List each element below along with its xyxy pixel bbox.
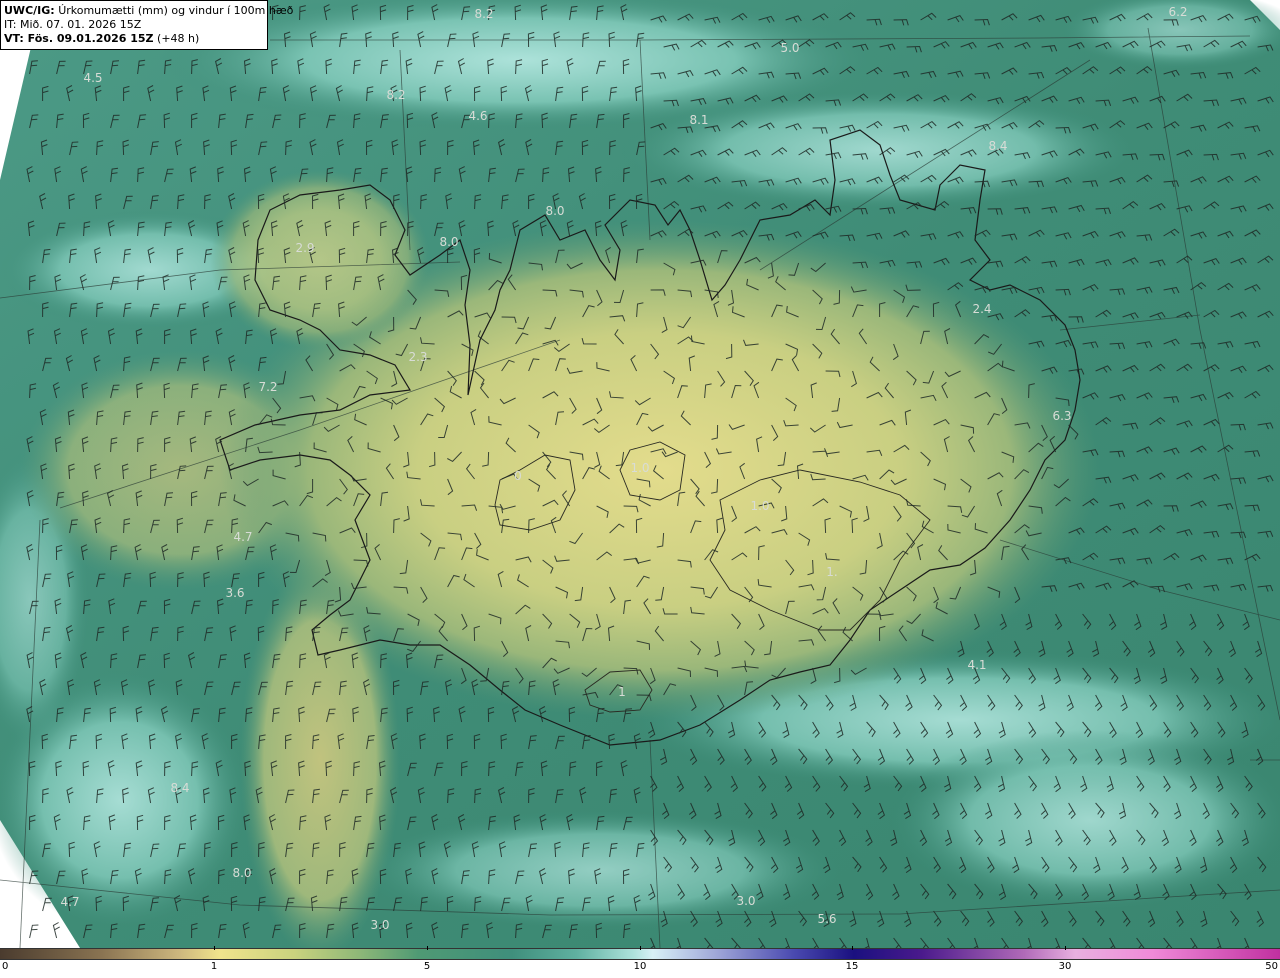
precip-band xyxy=(620,90,1140,210)
precip-band xyxy=(360,810,840,930)
precip-value-label: 4.6 xyxy=(468,109,488,123)
precip-value-label: 8.0 xyxy=(545,204,565,218)
colorbar-tick-mark xyxy=(427,946,428,950)
precip-value-label: 3.0 xyxy=(736,894,756,908)
model-name: UWC/IG: xyxy=(4,4,55,17)
precip-value-label: 8.0 xyxy=(232,866,252,880)
precip-value-label: 3.0 xyxy=(370,918,390,932)
colorbar-tick-mark xyxy=(214,946,215,950)
valid-time-line: VT: Fös. 09.01.2026 15Z (+48 h) xyxy=(4,32,267,46)
title-line: UWC/IG: Úrkomumætti (mm) og vindur í 100… xyxy=(4,4,293,18)
precip-value-label: 6.3 xyxy=(1052,409,1072,423)
precip-band xyxy=(890,730,1280,910)
precip-value-label: 4.7 xyxy=(233,530,253,544)
colorbar-tick-label: 10 xyxy=(633,961,647,972)
colorbar-tick-mark xyxy=(852,946,853,950)
colorbar-tick-label: 0 xyxy=(2,961,9,972)
precip-value-label: 8.2 xyxy=(474,7,494,21)
precip-value-label: 4.7 xyxy=(60,895,80,909)
precip-value-label: 1 xyxy=(618,685,626,699)
colorbar-tick-label: 1 xyxy=(210,961,218,972)
precip-value-label: 4.1 xyxy=(967,658,987,672)
forecast-offset: (+48 h) xyxy=(157,32,200,45)
precip-value-label: 8.1 xyxy=(689,113,709,127)
precip-value-label: 0 xyxy=(514,469,522,483)
precip-value-label: 6.2 xyxy=(1168,5,1188,19)
precip-value-label: 4.5 xyxy=(83,71,103,85)
precip-value-label: 8.4 xyxy=(988,139,1008,153)
precip-value-label: 5.0 xyxy=(780,41,800,55)
issue-time: IT: Mið. 07. 01. 2026 15Z xyxy=(4,18,142,31)
valid-time: VT: Fös. 09.01.2026 15Z xyxy=(4,32,154,45)
precip-value-label: 8.0 xyxy=(439,235,459,249)
precip-value-label: 5.6 xyxy=(817,912,837,926)
precip-value-label: 8.2 xyxy=(386,88,406,102)
colorbar-tick-label: 15 xyxy=(845,961,859,972)
land-field xyxy=(210,170,430,350)
colorbar-tick-mark xyxy=(640,946,641,950)
colorbar-tick-mark xyxy=(1065,946,1066,950)
precipitation-wind-map: UWC/IG: Úrkomumætti (mm) og vindur í 100… xyxy=(0,0,1280,948)
colorbar-tick-label: 30 xyxy=(1058,961,1072,972)
colorbar-tick-label: 5 xyxy=(423,961,431,972)
map-info-box: UWC/IG: Úrkomumætti (mm) og vindur í 100… xyxy=(0,0,293,50)
map-title: Úrkomumætti (mm) og vindur í 100m hæð xyxy=(58,4,294,17)
precip-value-label: 3.6 xyxy=(225,586,245,600)
precip-value-label: 2.3 xyxy=(408,350,428,364)
precip-value-label: 8.4 xyxy=(170,781,190,795)
colorbar-tick-label: 50 xyxy=(1265,961,1278,972)
precip-value-label: 1.0 xyxy=(750,499,770,513)
precip-value-label: 1.0 xyxy=(630,461,650,475)
precip-value-label: 2.4 xyxy=(972,302,992,316)
precip-value-label: 2.9 xyxy=(295,241,315,255)
precip-value-label: 7.2 xyxy=(258,380,278,394)
precip-value-label: 1. xyxy=(826,565,838,579)
